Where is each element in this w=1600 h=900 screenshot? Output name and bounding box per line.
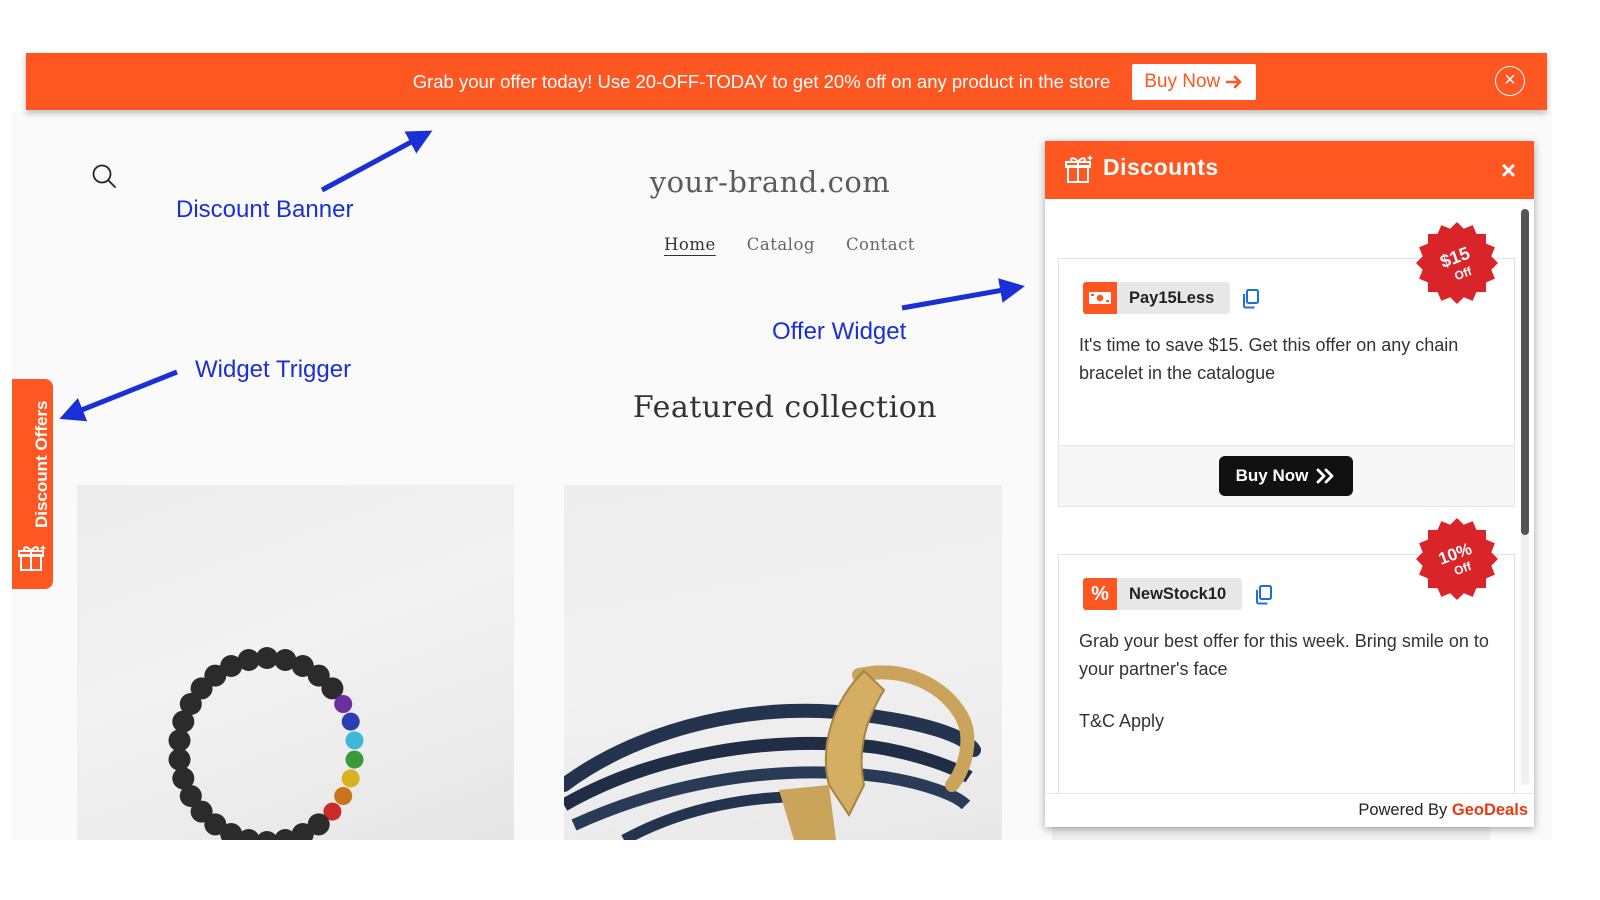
discount-offers-trigger[interactable]: Discount Offers (12, 379, 53, 589)
offer-description: Grab your best offer for this week. Brin… (1079, 631, 1489, 679)
banner-message: Grab your offer today! Use 20-OFF-TODAY … (412, 70, 1111, 92)
arrow-to-widget (901, 278, 1025, 311)
offer-footer: Buy Now (1059, 445, 1514, 506)
banner-close-icon[interactable]: × (1495, 66, 1525, 96)
buy-now-label: Buy Now (1235, 466, 1309, 485)
gift-icon (1065, 155, 1093, 183)
widget-close-icon[interactable]: × (1501, 155, 1516, 186)
scrollbar-thumb[interactable] (1521, 209, 1529, 535)
offer-widget: Discounts × Pay15Less It's time to save … (1045, 141, 1534, 827)
copy-icon[interactable] (1241, 288, 1261, 310)
arrow-to-banner (320, 130, 433, 193)
discount-banner: Grab your offer today! Use 20-OFF-TODAY … (26, 53, 1547, 110)
geodeals-link[interactable]: GeoDeals (1452, 801, 1528, 819)
widget-header: Discounts × (1045, 141, 1534, 199)
offer-terms: T&C Apply (1079, 711, 1165, 731)
coupon-code[interactable]: % NewStock10 (1083, 578, 1243, 610)
arrow-to-trigger (59, 369, 178, 422)
cash-icon (1083, 282, 1117, 314)
offer-description: It's time to save $15. Get this offer on… (1079, 335, 1459, 383)
percent-icon: % (1083, 578, 1117, 610)
widget-footer: Powered By GeoDeals (1045, 793, 1534, 827)
banner-buy-now-button[interactable]: Buy Now (1132, 63, 1257, 100)
widget-title: Discounts (1103, 154, 1219, 180)
coupon-code-text: NewStock10 (1129, 584, 1227, 603)
gift-icon (18, 545, 46, 571)
discount-seal-badge: 10% Off (1416, 518, 1498, 600)
buy-now-button[interactable]: Buy Now (1219, 456, 1353, 496)
powered-by-label: Powered By (1358, 801, 1452, 819)
banner-buy-now-label: Buy Now (1144, 70, 1221, 92)
double-chevron-right-icon (1316, 468, 1334, 484)
copy-icon[interactable] (1254, 584, 1274, 606)
coupon-code-text: Pay15Less (1129, 288, 1215, 307)
trigger-label: Discount Offers (32, 400, 51, 528)
coupon-code[interactable]: Pay15Less (1083, 282, 1231, 314)
discount-seal-badge: $15 Off (1416, 222, 1498, 304)
arrow-right-icon (1226, 75, 1242, 88)
